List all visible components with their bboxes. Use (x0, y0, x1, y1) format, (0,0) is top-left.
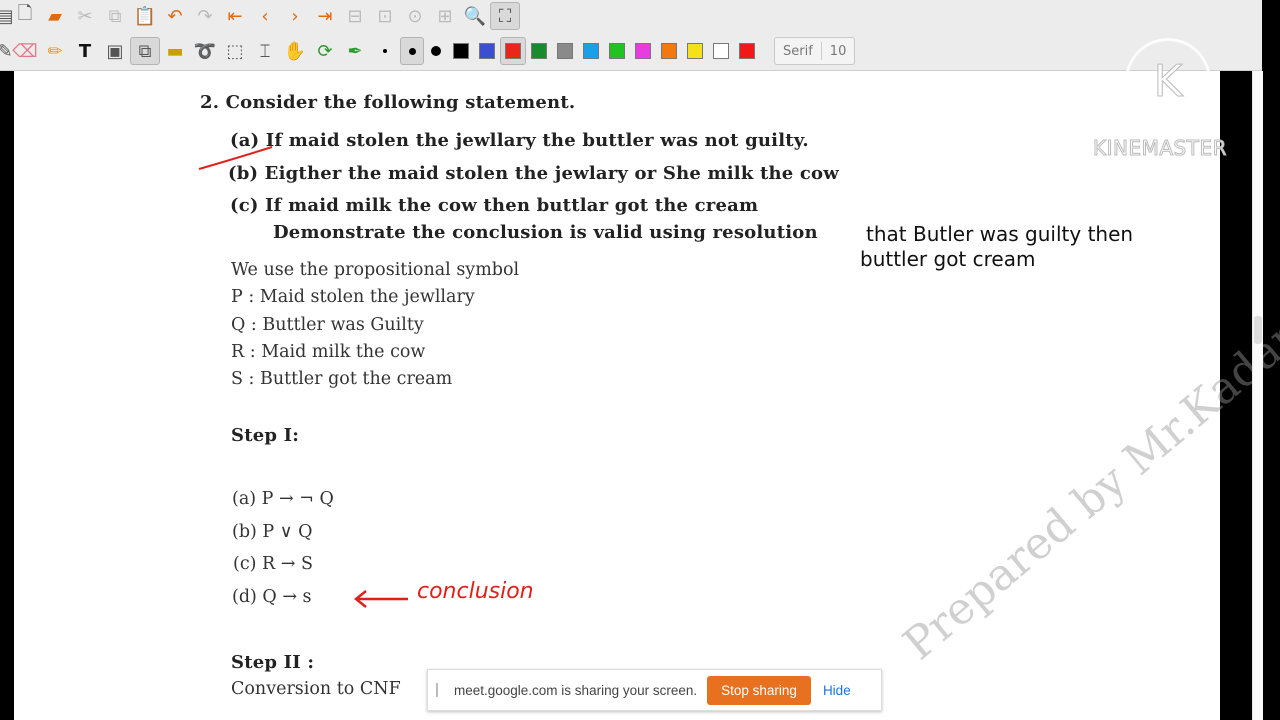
vertical-space-icon[interactable]: ⌶ (250, 37, 280, 65)
question-heading: 2. Consider the following statement. (200, 92, 576, 113)
color-swatch-2[interactable] (474, 37, 500, 65)
color-swatch-fill (583, 43, 599, 59)
color-swatch-fill (557, 43, 573, 59)
toolbar-row-tools: ✎ ⌫ ✏ T ▣ ⧉ ▬ ➰ ⬚ ⌶ ✋ ⟳ ✒ Serif 10 (0, 35, 856, 67)
hand-tool-icon[interactable]: ✋ (280, 37, 310, 65)
symbol-r: R : Maid milk the cow (231, 342, 426, 362)
kinemaster-logo-icon: K (1125, 38, 1211, 124)
conclusion-annotation: conclusion (417, 579, 534, 604)
symbol-s: S : Buttler got the cream (231, 369, 453, 389)
step-2-heading: Step II : (231, 652, 315, 673)
hide-button[interactable]: Hide (823, 683, 851, 698)
drag-handle-icon[interactable] (436, 683, 442, 697)
refresh-icon[interactable]: ⟳ (310, 37, 340, 65)
screen-share-bar: meet.google.com is sharing your screen. … (427, 669, 882, 711)
document-page: Prepared by Mr.Kadam S B) 2. Consider th… (14, 71, 1280, 720)
undo-icon[interactable]: ↶ (160, 2, 190, 30)
formula-a: (a) P → ¬ Q (232, 489, 334, 509)
highlighter-icon[interactable]: ✏ (40, 37, 70, 65)
shape-tool-icon[interactable]: ⧉ (130, 37, 160, 65)
kinemaster-watermark: KINEMASTER (1093, 136, 1228, 161)
color-swatch-fill (713, 43, 729, 59)
stop-sharing-button[interactable]: Stop sharing (707, 675, 811, 705)
first-page-icon[interactable]: ⇤ (220, 2, 250, 30)
statement-b: (b) Eigther the maid stolen the jewlary … (228, 163, 839, 184)
demonstrate-text: Demonstrate the conclusion is valid usin… (273, 222, 818, 243)
formula-d: (d) Q → s (232, 587, 312, 607)
svg-text:K: K (1154, 56, 1184, 107)
formula-c: (c) R → S (233, 554, 313, 574)
color-swatch-9[interactable] (656, 37, 682, 65)
share-message: meet.google.com is sharing your screen. (454, 682, 698, 698)
color-swatch-fill (479, 43, 495, 59)
red-underline-mark (198, 146, 273, 170)
color-swatch-6[interactable] (578, 37, 604, 65)
color-swatch-fill (687, 43, 703, 59)
color-swatch-fill (661, 43, 677, 59)
color-swatch-1[interactable] (448, 37, 474, 65)
zoom-fit-icon[interactable]: ⊡ (370, 2, 400, 30)
statement-a: (a) If maid stolen the jewllary the butt… (230, 130, 809, 151)
select-rect-icon[interactable]: ⬚ (220, 37, 250, 65)
color-palette (448, 37, 760, 65)
font-size: 10 (829, 43, 847, 59)
font-name: Serif (783, 43, 813, 59)
color-swatch-fill (739, 43, 755, 59)
color-swatch-7[interactable] (604, 37, 630, 65)
text-tool-icon[interactable]: T (70, 37, 100, 65)
symbol-p: P : Maid stolen the jewllary (231, 287, 475, 307)
pen-tool-icon[interactable]: ✎ (0, 37, 13, 65)
next-page-icon[interactable]: › (280, 2, 310, 30)
intro-text: We use the propositional symbol (231, 260, 520, 280)
color-swatch-fill (453, 43, 469, 59)
zoom-reset-icon[interactable]: ⊙ (400, 2, 430, 30)
toolbar: ▤ 🗋 ▰ ✂ ⧉ 📋 ↶ ↷ ⇤ ‹ › ⇥ ⊟ ⊡ ⊙ ⊞ 🔍 ⛶ ✎ ⌫ … (0, 0, 1262, 71)
previous-page-icon[interactable]: ‹ (250, 2, 280, 30)
zoom-in-icon[interactable]: ⊞ (430, 2, 460, 30)
conclusion-arrow-icon (353, 590, 408, 608)
color-swatch-fill (505, 43, 521, 59)
search-icon[interactable]: 🔍 (460, 2, 490, 30)
ruler-icon[interactable]: ▬ (160, 37, 190, 65)
color-swatch-fill (609, 43, 625, 59)
pen-size-medium[interactable] (400, 37, 424, 65)
formula-b: (b) P ∨ Q (232, 522, 313, 542)
new-document-icon[interactable]: ▤ (0, 2, 14, 30)
last-page-icon[interactable]: ⇥ (310, 2, 340, 30)
font-selector[interactable]: Serif 10 (774, 37, 856, 65)
open-folder-icon[interactable]: ▰ (40, 2, 70, 30)
copy-icon[interactable]: ⧉ (100, 2, 130, 30)
cut-icon[interactable]: ✂ (70, 2, 100, 30)
pen-size-small[interactable] (370, 37, 400, 65)
color-swatch-fill (531, 43, 547, 59)
step-1-heading: Step I: (231, 425, 300, 446)
pen-size-large[interactable] (424, 37, 448, 65)
paste-icon[interactable]: 📋 (130, 2, 160, 30)
color-swatch-4[interactable] (526, 37, 552, 65)
handwritten-note-line1: that Butler was guilty then (866, 222, 1134, 246)
vertical-scrollbar[interactable] (1252, 71, 1263, 720)
statement-c: (c) If maid milk the cow then buttlar go… (230, 195, 759, 216)
toolbar-row-file: ▤ 🗋 ▰ ✂ ⧉ 📋 ↶ ↷ ⇤ ‹ › ⇥ ⊟ ⊡ ⊙ ⊞ 🔍 ⛶ (0, 0, 520, 32)
default-pen-icon[interactable]: ✒ (340, 37, 370, 65)
eraser-icon[interactable]: ⌫ (10, 37, 40, 65)
color-swatch-12[interactable] (734, 37, 760, 65)
new-page-icon[interactable]: 🗋 (10, 2, 40, 30)
color-swatch-3[interactable] (500, 37, 526, 65)
lasso-icon[interactable]: ➰ (190, 37, 220, 65)
zoom-out-icon[interactable]: ⊟ (340, 2, 370, 30)
redo-icon[interactable]: ↷ (190, 2, 220, 30)
color-swatch-fill (635, 43, 651, 59)
fullscreen-icon[interactable]: ⛶ (490, 2, 520, 30)
symbol-q: Q : Buttler was Guilty (231, 315, 424, 335)
color-swatch-5[interactable] (552, 37, 578, 65)
watermark: Prepared by Mr.Kadam S B) (894, 229, 1280, 671)
color-swatch-10[interactable] (682, 37, 708, 65)
color-swatch-8[interactable] (630, 37, 656, 65)
scrollbar-thumb[interactable] (1254, 316, 1262, 344)
step-2-text: Conversion to CNF (231, 679, 401, 699)
color-swatch-11[interactable] (708, 37, 734, 65)
handwritten-note-line2: buttler got cream (860, 247, 1036, 271)
image-tool-icon[interactable]: ▣ (100, 37, 130, 65)
